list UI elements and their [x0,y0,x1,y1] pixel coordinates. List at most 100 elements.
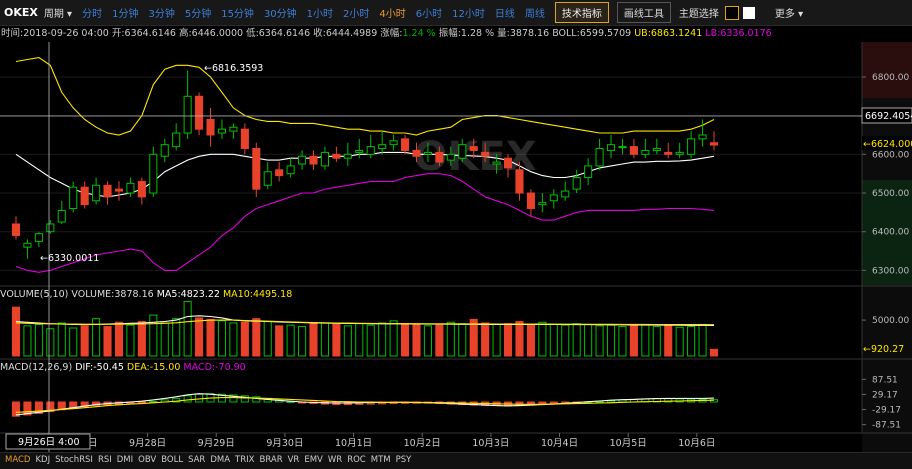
candle-body [298,155,307,165]
volume-last-value: 920.27 [871,344,904,355]
volume-bar [34,323,43,357]
candle-body [378,144,387,150]
volume-bar [584,323,593,357]
candle-body [641,149,650,155]
candle-body [492,161,501,165]
price-axis-up-tint [862,42,912,98]
candle-body [183,95,192,134]
volume-bar [412,323,421,357]
volume-header: VOLUME(5,10) VOLUME:3878.16 MA5:4823.22 … [0,289,292,300]
macd-tick-label: 87.51 [872,375,898,385]
volume-bar [595,325,604,357]
volume-bar [652,326,661,357]
candle-body [549,194,558,202]
candle-body [217,128,227,134]
candle-body [149,153,158,194]
indicator-tab-stochrsi[interactable]: StochRSI [55,455,93,465]
indicator-tab-dmi[interactable]: DMI [117,455,133,465]
volume-bar [355,323,364,357]
time-tick-label: 9月29日 [198,438,235,449]
indicator-tab-rsi[interactable]: RSI [98,455,112,465]
candle-body [343,153,352,159]
ma10-value: 4495.18 [252,289,293,300]
volume-bar [275,325,284,357]
macd-tick-label: -29.17 [872,406,901,416]
candle-body [652,148,661,151]
candle-body [240,128,249,150]
indicator-tab-kdj[interactable]: KDJ [35,455,50,465]
volume-bar [687,326,696,357]
indicator-tab-trix[interactable]: TRIX [235,455,254,465]
volume-bar [263,321,272,357]
candle-body [172,132,181,148]
macd-header: MACD(12,26,9) DIF:-50.45 DEA:-15.00 MACD… [0,362,246,373]
last-price-value: 6624.0000 [871,139,912,150]
dea-value: -15.00 [149,362,181,373]
candle-body [320,151,329,167]
candle-body [34,233,43,242]
candle-body [332,153,341,159]
ma5-label: MA5: [156,289,181,300]
candle-body [103,184,112,198]
ma5-value: 4823.22 [180,289,220,300]
macd-tick-label: -87.51 [872,421,901,431]
price-tick-label: 6500.00 [872,189,909,199]
volume-bar [618,326,627,357]
indicator-tab-mtm[interactable]: MTM [371,455,391,465]
last-price-label: ←6624.0000 [863,139,912,150]
candle-body [595,148,604,167]
price-tick-label: 6600.00 [872,150,909,160]
volume-bar [57,322,66,357]
indicator-tab-wr[interactable]: WR [328,455,342,465]
time-tick-label: 10月6日 [678,438,715,449]
crosshair-price-label: 6692.4054 [865,111,912,122]
macd-bar [183,395,192,403]
indicator-tab-emv[interactable]: EMV [304,455,323,465]
candle-body [355,149,364,153]
candle-body [698,134,707,140]
volume-bar [458,323,467,357]
volume-bar [343,325,352,357]
indicator-tab-dma[interactable]: DMA [210,455,230,465]
candle-body [126,182,135,194]
volume-bar [126,324,135,357]
volume-bar [446,321,455,357]
price-tick-label: 6800.00 [872,73,909,83]
volume-bar [481,322,490,357]
candle-body [252,148,261,190]
volume-bar [629,325,638,357]
high-annotation: ←6816.3593 [204,63,263,74]
candle-body [229,126,238,132]
volume-bar [183,300,192,357]
volume-panel-volume-label: VOLUME: [71,289,115,300]
volume-bar [137,321,146,357]
candle-body [57,209,66,223]
candle-body [92,184,101,202]
indicator-tab-roc[interactable]: ROC [347,455,366,465]
price-tick-label: 6300.00 [872,266,909,276]
indicator-tab-obv[interactable]: OBV [138,455,156,465]
volume-bar [572,323,581,357]
volume-bar [195,317,204,357]
kline-chart[interactable]: OKEX 5000.00 87.5129.17-29.17-87.51 6800… [0,0,912,468]
volume-tick-label: 5000.00 [872,316,909,326]
volume-bar [538,321,547,357]
candle-body [137,180,146,198]
boll-bands [15,57,715,273]
indicator-tab-brar[interactable]: BRAR [259,455,282,465]
macd-value: -70.90 [215,362,246,373]
indicator-tabs: MACD KDJ StochRSI RSI DMI OBV BOLL SAR DMA TRIX BR… [0,452,912,469]
volume-bar [286,324,295,357]
candle-body [423,151,432,155]
candle-body [687,138,696,155]
indicator-tab-boll[interactable]: BOLL [161,455,183,465]
indicator-tab-sar[interactable]: SAR [188,455,205,465]
volume-bar [172,318,181,357]
indicator-tab-vr[interactable]: VR [288,455,300,465]
volume-bar [423,325,432,357]
indicator-tab-psy[interactable]: PSY [396,455,412,465]
low-annotation-value: 6330.0011 [48,253,99,264]
time-tick-label: 9月30日 [266,438,303,449]
indicator-tab-macd[interactable]: MACD [5,455,30,465]
ma10-label: MA10: [222,289,253,300]
